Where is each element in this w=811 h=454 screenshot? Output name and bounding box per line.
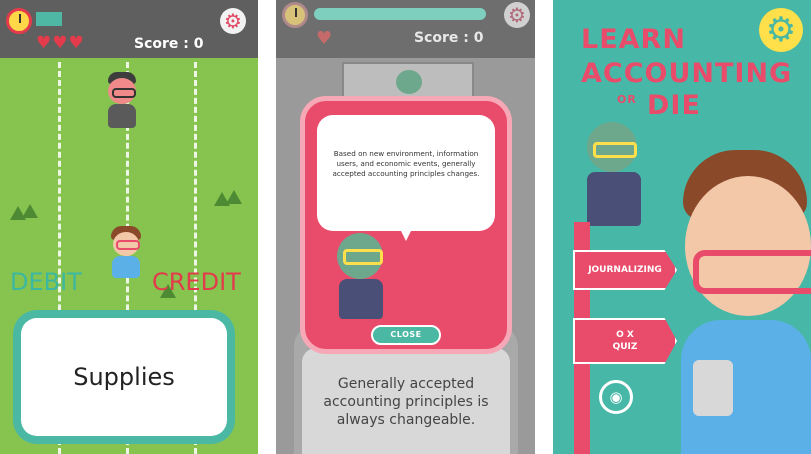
grass-tuft xyxy=(226,190,242,204)
explanation-bubble-text: Based on new environment, information us… xyxy=(317,115,495,231)
game-screen-running: ♥♥♥ Score : 0 ⚙ DEBIT CREDIT Supplies xyxy=(0,0,258,454)
speech-bubble-tail xyxy=(399,227,413,241)
gear-icon[interactable]: ⚙ xyxy=(220,8,246,34)
explanation-modal: Based on new environment, information us… xyxy=(300,96,512,354)
lives-hearts: ♥♥♥ xyxy=(36,33,85,53)
title-word-or: OR xyxy=(617,93,637,106)
grass-tuft xyxy=(22,204,38,218)
gear-icon[interactable]: ⚙ xyxy=(759,8,803,52)
title-line-die: DIE xyxy=(647,90,701,121)
stopwatch-icon xyxy=(282,2,308,28)
top-bar: ♥♥♥ Score : 0 ⚙ xyxy=(0,0,258,58)
score-label: Score : 0 xyxy=(134,36,204,52)
credit-lane-label: CREDIT xyxy=(152,268,241,296)
stopwatch-icon xyxy=(6,8,32,34)
journalizing-button[interactable]: JOURNALIZING xyxy=(573,250,677,290)
timer-bar xyxy=(314,8,486,20)
top-bar: ♥ Score : 0 ⚙ xyxy=(276,0,535,58)
ox-quiz-label-line2: QUIZ xyxy=(612,342,638,352)
ox-quiz-label-line1: O X xyxy=(616,330,634,340)
zombie-character xyxy=(102,72,142,132)
camera-icon[interactable]: ◉ xyxy=(599,380,633,414)
player-character[interactable] xyxy=(106,226,146,282)
close-button[interactable]: CLOSE xyxy=(371,325,441,345)
title-line-accounting: ACCOUNTING xyxy=(581,58,793,89)
boy-character xyxy=(673,150,811,454)
timer-bar xyxy=(36,12,62,26)
title-line-learn: LEARN xyxy=(581,24,686,55)
account-card-text: Supplies xyxy=(21,318,227,436)
professor-zombie-character xyxy=(331,233,395,329)
ox-quiz-button[interactable]: O X QUIZ xyxy=(573,318,677,364)
game-screen-explanation: ♥ Score : 0 ⚙ Generally accepted account… xyxy=(276,0,535,454)
account-card: Supplies xyxy=(13,310,235,444)
zombie-character xyxy=(583,122,647,234)
debit-lane-label: DEBIT xyxy=(10,268,82,296)
statement-card-text: Generally accepted accounting principles… xyxy=(302,348,510,454)
score-label: Score : 0 xyxy=(414,30,484,46)
lives-hearts: ♥ xyxy=(316,28,333,49)
zombie-character xyxy=(394,68,424,98)
gear-icon[interactable]: ⚙ xyxy=(504,2,530,28)
title-screen: LEARN ACCOUNTING OR DIE ⚙ JOURNALIZING O… xyxy=(553,0,811,454)
